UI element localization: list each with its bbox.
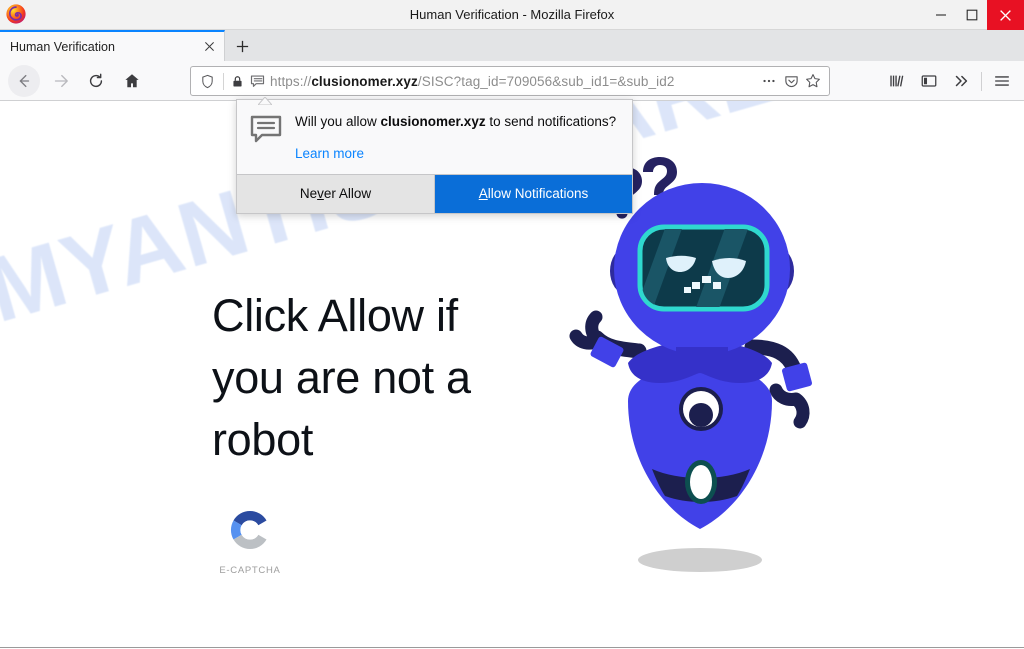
allow-notifications-button[interactable]: Allow Notifications — [435, 174, 632, 213]
never-allow-prefix: Ne — [299, 186, 318, 202]
shield-icon[interactable] — [196, 70, 218, 92]
question-suffix: to send notifications? — [485, 114, 617, 129]
pocket-icon[interactable] — [780, 70, 802, 92]
popup-body: Will you allow clusionomer.xyz to send n… — [237, 100, 632, 174]
bookmark-star-icon[interactable] — [802, 70, 824, 92]
never-allow-suffix: er Allow — [323, 186, 372, 202]
belt-gem-inner — [690, 465, 712, 499]
library-icon[interactable] — [881, 66, 913, 96]
sidebar-icon[interactable] — [913, 66, 945, 96]
address-bar[interactable]: https://clusionomer.xyz/SISC?tag_id=7090… — [190, 66, 830, 96]
allow-accesskey: A — [478, 186, 488, 202]
popup-texts: Will you allow clusionomer.xyz to send n… — [295, 113, 617, 163]
mascot-neck — [676, 347, 728, 363]
window-controls — [925, 0, 1024, 30]
left-hand-claw — [569, 310, 605, 350]
minimize-button[interactable] — [925, 0, 956, 30]
new-tab-button[interactable] — [230, 34, 254, 58]
forward-button[interactable] — [44, 65, 76, 97]
maximize-button[interactable] — [956, 0, 987, 30]
reload-button[interactable] — [80, 65, 112, 97]
page-headline: Click Allow if you are not a robot — [212, 290, 471, 466]
url-separator — [223, 72, 224, 90]
overflow-double-chevron-right-icon[interactable] — [945, 66, 977, 96]
browser-window: Human Verification - Mozilla Firefox Hum… — [0, 0, 1024, 649]
tab-label: Human Verification — [10, 39, 115, 54]
home-button[interactable] — [116, 65, 148, 97]
popup-actions: Ne v er Allow Allow Notifications — [237, 173, 632, 213]
page-actions-ellipsis-icon[interactable] — [758, 70, 780, 92]
e-captcha-badge: E-CAPTCHA — [213, 505, 287, 576]
popup-arrow — [256, 92, 274, 106]
permission-question: Will you allow clusionomer.xyz to send n… — [295, 113, 617, 131]
chest-button-dark — [689, 403, 713, 427]
learn-more-link[interactable]: Learn more — [295, 146, 364, 161]
url-text[interactable]: https://clusionomer.xyz/SISC?tag_id=7090… — [270, 74, 758, 89]
never-allow-button[interactable]: Ne v er Allow — [237, 174, 435, 213]
right-hand-claw — [769, 383, 810, 429]
robot-mascot-illustration — [500, 151, 880, 621]
speech-bubble-icon — [250, 113, 282, 163]
mascot-shadow — [638, 548, 762, 572]
tab-strip: Human Verification — [0, 30, 1024, 61]
hamburger-menu-icon[interactable] — [986, 66, 1018, 96]
tab-close-icon[interactable] — [200, 38, 218, 56]
tab-human-verification[interactable]: Human Verification — [0, 30, 225, 61]
e-captcha-logo-icon — [225, 510, 275, 559]
toolbar-divider — [981, 71, 982, 91]
close-button[interactable] — [987, 0, 1024, 30]
question-prefix: Will you allow — [295, 114, 381, 129]
never-allow-accesskey: v — [317, 186, 324, 202]
back-button[interactable] — [8, 64, 40, 97]
notification-permission-icon[interactable] — [248, 70, 266, 92]
padlock-icon[interactable] — [229, 70, 245, 92]
title-bar: Human Verification - Mozilla Firefox — [0, 0, 1024, 30]
toolbar-right-icons — [881, 66, 1018, 96]
firefox-logo-icon — [5, 3, 27, 25]
e-captcha-label: E-CAPTCHA — [219, 565, 281, 576]
allow-suffix: llow Notifications — [487, 186, 589, 202]
window-title: Human Verification - Mozilla Firefox — [409, 7, 615, 22]
notification-permission-popup[interactable]: Will you allow clusionomer.xyz to send n… — [236, 99, 633, 214]
question-domain: clusionomer.xyz — [380, 114, 486, 129]
